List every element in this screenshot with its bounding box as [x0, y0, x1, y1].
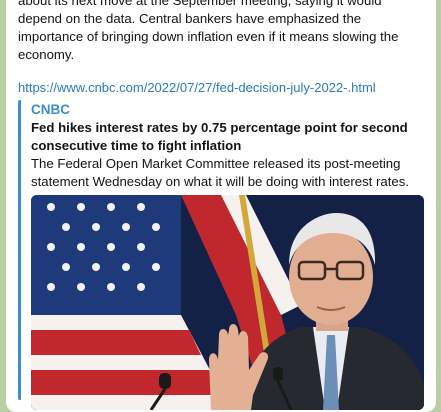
message-text: about its next move at the September mee…	[18, 0, 399, 62]
message-link[interactable]: https://www.cnbc.com/2022/07/27/fed-deci…	[18, 80, 376, 95]
preview-site-name[interactable]: CNBC	[31, 102, 70, 117]
preview-description: The Federal Open Market Committee releas…	[31, 156, 409, 189]
preview-image[interactable]	[31, 195, 424, 410]
preview-title[interactable]: Fed hikes interest rates by 0.75 percent…	[31, 119, 423, 154]
fed-chair-photo-icon	[31, 195, 424, 410]
message-bubble: about its next move at the September mee…	[6, 0, 436, 412]
link-preview[interactable]: CNBC Fed hikes interest rates by 0.75 pe…	[18, 100, 428, 410]
